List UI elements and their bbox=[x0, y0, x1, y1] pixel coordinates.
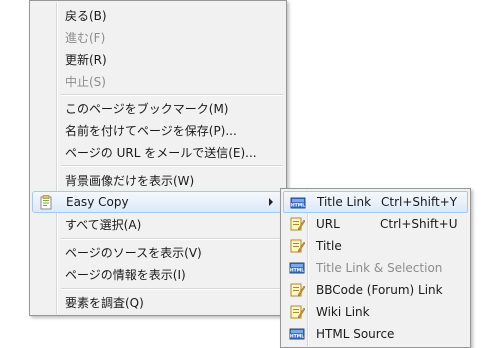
submenu-item-label: Title Link bbox=[317, 195, 372, 209]
submenu-item-label: Wiki Link bbox=[316, 305, 370, 319]
notepad-icon bbox=[290, 217, 305, 231]
submenu-item-label: Title Link & Selection bbox=[316, 261, 443, 275]
submenu-item-html-source[interactable]: HTML HTML Source bbox=[283, 323, 468, 345]
menu-item-forward: 進む(F) bbox=[32, 26, 284, 48]
menu-item-label: 中止(S) bbox=[65, 74, 106, 89]
svg-text:HTML: HTML bbox=[290, 334, 304, 340]
menu-item-label: Easy Copy bbox=[66, 195, 129, 209]
menu-item-reload[interactable]: 更新(R) bbox=[32, 48, 284, 70]
shortcut-label: Ctrl+Shift+Y bbox=[381, 195, 458, 209]
menu-item-send-link[interactable]: ページの URL をメールで送信(E)... bbox=[32, 141, 284, 163]
submenu-item-bbcode-link[interactable]: BBCode (Forum) Link bbox=[283, 279, 468, 301]
menu-item-stop: 中止(S) bbox=[32, 70, 284, 92]
notepad-icon bbox=[290, 283, 305, 297]
context-menu: 戻る(B) 進む(F) 更新(R) 中止(S) このページをブックマーク(M) … bbox=[29, 0, 287, 316]
menu-item-label: 背景画像だけを表示(W) bbox=[65, 173, 195, 188]
submenu-arrow-icon bbox=[269, 198, 273, 206]
menu-item-label: 更新(R) bbox=[65, 52, 107, 67]
submenu-item-url[interactable]: URL Ctrl+Shift+U bbox=[283, 213, 468, 235]
svg-text:HTML: HTML bbox=[290, 268, 304, 274]
submenu-item-label: HTML Source bbox=[316, 327, 395, 341]
html-icon: HTML bbox=[289, 328, 305, 340]
menu-item-label: ページの情報を表示(I) bbox=[65, 267, 186, 282]
menu-item-label: 進む(F) bbox=[65, 30, 106, 45]
menu-separator bbox=[61, 94, 283, 96]
menu-item-save-page-as[interactable]: 名前を付けてページを保存(P)... bbox=[32, 119, 284, 141]
menu-separator bbox=[61, 165, 283, 167]
menu-item-label: すべて選択(A) bbox=[65, 217, 142, 232]
submenu-item-wiki-link[interactable]: Wiki Link bbox=[283, 301, 468, 323]
menu-item-label: 戻る(B) bbox=[65, 8, 107, 23]
notepad-icon bbox=[290, 305, 305, 319]
notepad-icon bbox=[290, 239, 305, 253]
submenu-item-title[interactable]: Title bbox=[283, 235, 468, 257]
html-icon: HTML bbox=[290, 197, 306, 209]
submenu-item-label: BBCode (Forum) Link bbox=[316, 283, 443, 297]
menu-item-label: 名前を付けてページを保存(P)... bbox=[65, 123, 237, 138]
menu-separator bbox=[61, 288, 283, 290]
submenu-item-label: URL bbox=[316, 217, 340, 231]
menu-item-label: ページの URL をメールで送信(E)... bbox=[65, 145, 257, 160]
menu-item-label: ページのソースを表示(V) bbox=[65, 245, 202, 260]
menu-item-select-all[interactable]: すべて選択(A) bbox=[32, 213, 284, 235]
menu-item-view-background-image[interactable]: 背景画像だけを表示(W) bbox=[32, 169, 284, 191]
shortcut-label: Ctrl+Shift+U bbox=[380, 217, 458, 231]
submenu-item-title-link-selection: HTML Title Link & Selection bbox=[283, 257, 468, 279]
menu-item-bookmark-page[interactable]: このページをブックマーク(M) bbox=[32, 97, 284, 119]
menu-item-inspect-element[interactable]: 要素を調査(Q) bbox=[32, 291, 284, 313]
svg-text:HTML: HTML bbox=[291, 203, 305, 209]
easy-copy-submenu: HTML Title Link Ctrl+Shift+Y URL Ctrl+Sh… bbox=[280, 188, 471, 348]
menu-item-view-source[interactable]: ページのソースを表示(V) bbox=[32, 241, 284, 263]
menu-separator bbox=[61, 238, 283, 240]
submenu-item-title-link[interactable]: HTML Title Link Ctrl+Shift+Y bbox=[283, 191, 468, 213]
easy-copy-icon bbox=[40, 195, 52, 210]
menu-item-page-info[interactable]: ページの情報を表示(I) bbox=[32, 263, 284, 285]
menu-item-label: このページをブックマーク(M) bbox=[65, 101, 229, 116]
menu-item-label: 要素を調査(Q) bbox=[65, 295, 144, 310]
menu-item-back[interactable]: 戻る(B) bbox=[32, 4, 284, 26]
submenu-item-label: Title bbox=[316, 239, 342, 253]
html-icon: HTML bbox=[289, 262, 305, 274]
menu-item-easy-copy[interactable]: Easy Copy bbox=[32, 191, 284, 213]
